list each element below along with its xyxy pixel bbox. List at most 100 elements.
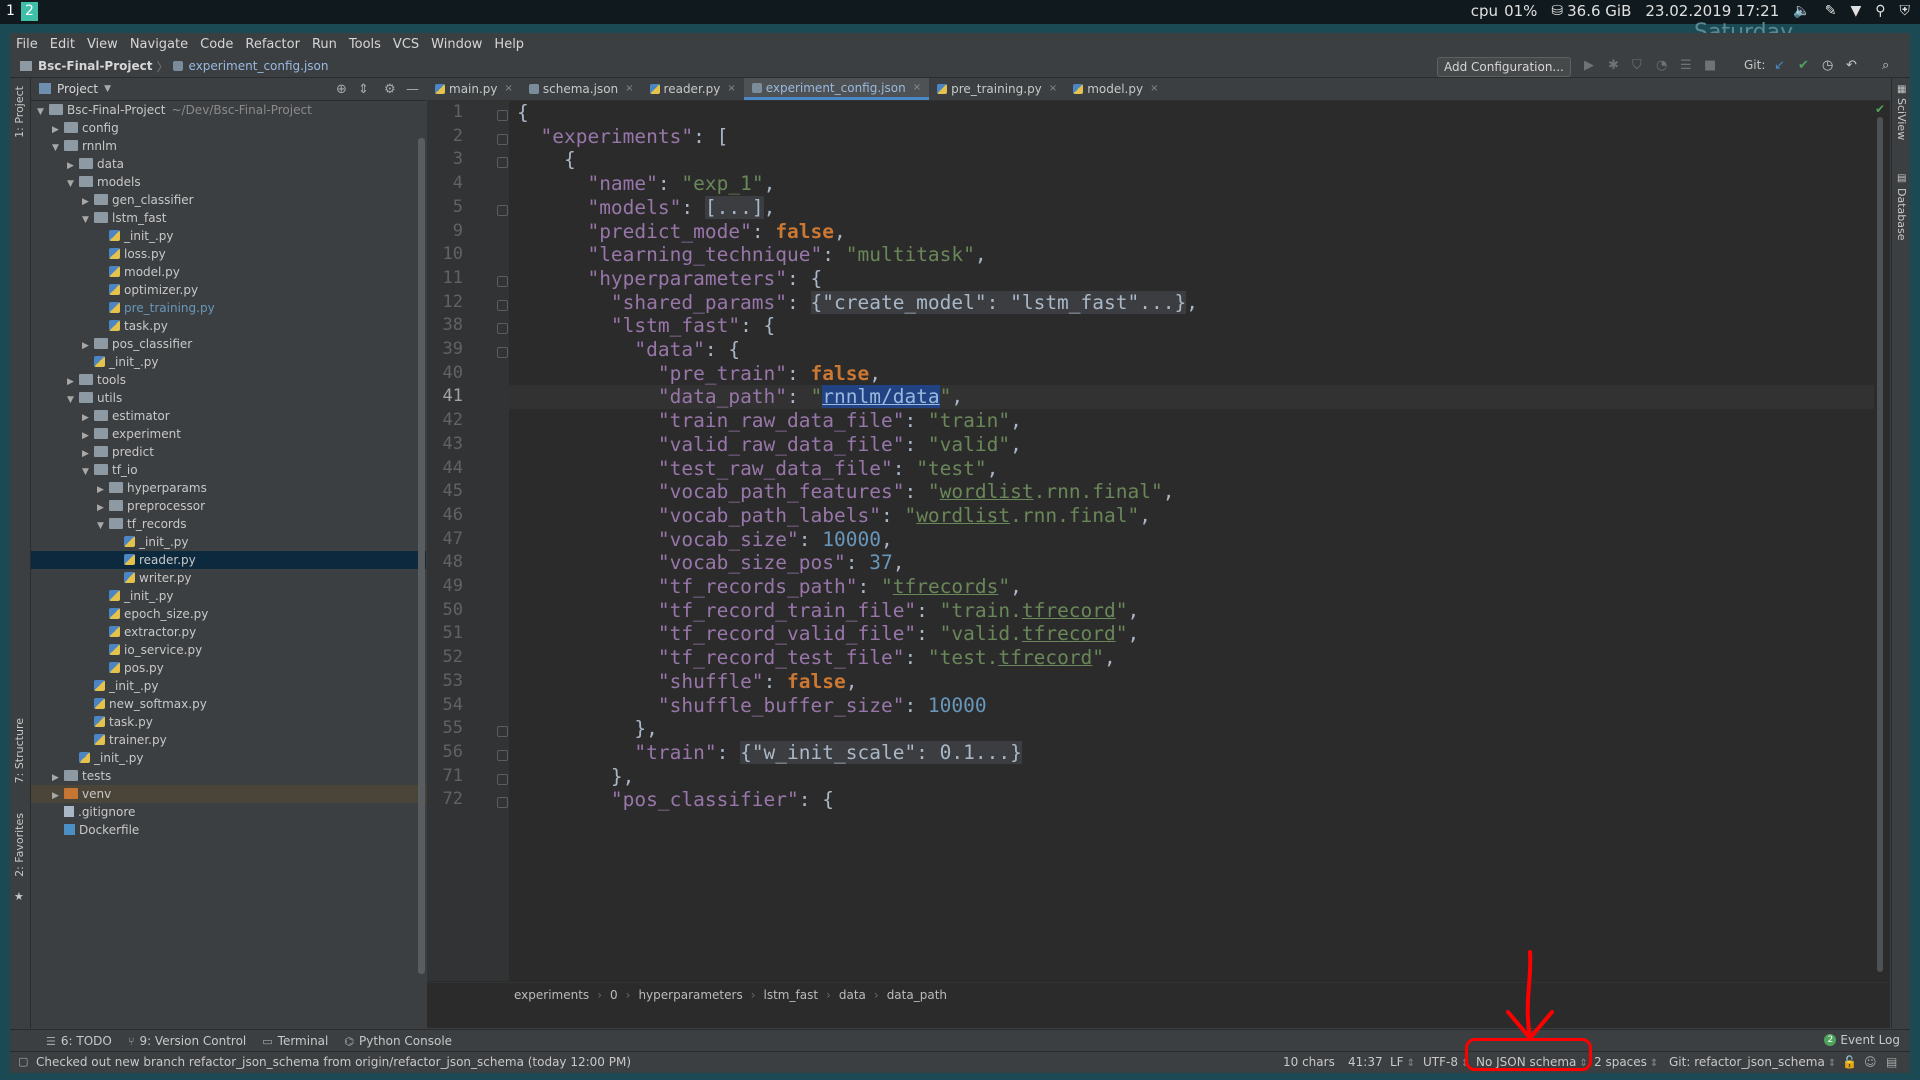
tree-file[interactable]: _init_.py bbox=[31, 533, 426, 551]
code-line[interactable]: "vocab_size": 10000, bbox=[509, 528, 1874, 552]
code-line[interactable]: "shuffle": false, bbox=[509, 670, 1874, 694]
tree-folder[interactable]: ▶ gen_classifier bbox=[31, 191, 426, 209]
project-tree-scrollbar[interactable] bbox=[418, 138, 425, 974]
profile-icon[interactable]: ◔ bbox=[1656, 58, 1667, 73]
nav-crumb-project[interactable]: Bsc-Final-Project bbox=[38, 59, 153, 73]
git-revert-icon[interactable]: ↶ bbox=[1846, 58, 1857, 73]
menu-view[interactable]: View bbox=[81, 37, 124, 52]
tree-file[interactable]: optimizer.py bbox=[31, 281, 426, 299]
tree-file[interactable]: new_softmax.py bbox=[31, 695, 426, 713]
fold-marker-icon[interactable] bbox=[497, 749, 508, 761]
coverage-icon[interactable]: ⛉ bbox=[1632, 58, 1642, 73]
code-line[interactable]: }, bbox=[509, 717, 1874, 741]
menu-navigate[interactable]: Navigate bbox=[124, 37, 194, 52]
concurrency-icon[interactable]: ☰ bbox=[1680, 58, 1692, 73]
code-line[interactable]: "predict_mode": false, bbox=[509, 220, 1874, 244]
shield-icon[interactable]: ⛨ bbox=[1900, 3, 1911, 19]
structure-tool-tab[interactable]: 7: Structure bbox=[13, 718, 26, 783]
tree-folder[interactable]: ▼ rnnlm bbox=[31, 137, 426, 155]
add-configuration-button[interactable]: Add Configuration... bbox=[1437, 57, 1571, 77]
git-commit-icon[interactable]: ✔ bbox=[1798, 58, 1809, 73]
datetime[interactable]: 23.02.2019 17:21 bbox=[1645, 2, 1779, 20]
code-line[interactable]: "test_raw_data_file": "test", bbox=[509, 457, 1874, 481]
tool-window-button[interactable]: ☰ 6: TODO bbox=[46, 1034, 112, 1048]
tree-file[interactable]: reader.py bbox=[31, 551, 426, 569]
sciview-tool-tab[interactable]: SciView bbox=[1895, 98, 1908, 140]
code-line[interactable]: "train_raw_data_file": "train", bbox=[509, 409, 1874, 433]
status-git-branch[interactable]: Git: refactor_json_schema ⇕ bbox=[1669, 1055, 1836, 1069]
code-line[interactable]: "tf_record_test_file": "test.tfrecord", bbox=[509, 646, 1874, 670]
favorites-star-icon[interactable]: ★ bbox=[14, 890, 24, 903]
code-line[interactable]: "valid_raw_data_file": "valid", bbox=[509, 433, 1874, 457]
notifications-icon[interactable]: ▤ bbox=[1886, 1055, 1897, 1069]
status-caret-position[interactable]: 41:37 bbox=[1348, 1055, 1383, 1069]
project-tool-tab[interactable]: 1: Project bbox=[13, 86, 26, 138]
tree-file[interactable]: .gitignore bbox=[31, 803, 426, 821]
close-icon[interactable]: × bbox=[727, 78, 735, 100]
close-icon[interactable]: × bbox=[913, 77, 921, 99]
tree-file[interactable]: model.py bbox=[31, 263, 426, 281]
fold-marker-icon[interactable] bbox=[497, 797, 508, 809]
tool-window-button[interactable]: ⌬ Python Console bbox=[344, 1034, 452, 1048]
tree-folder[interactable]: ▼ tf_records bbox=[31, 515, 426, 533]
editor-tab[interactable]: model.py × bbox=[1065, 78, 1166, 100]
tree-file[interactable]: extractor.py bbox=[31, 623, 426, 641]
tree-file[interactable]: pre_training.py bbox=[31, 299, 426, 317]
tree-file[interactable]: epoch_size.py bbox=[31, 605, 426, 623]
tree-file[interactable]: _init_.py bbox=[31, 353, 426, 371]
tree-file[interactable]: _init_.py bbox=[31, 749, 426, 767]
code-line[interactable]: "tf_record_train_file": "train.tfrecord"… bbox=[509, 599, 1874, 623]
menu-run[interactable]: Run bbox=[306, 37, 343, 52]
tree-file[interactable]: task.py bbox=[31, 713, 426, 731]
git-update-icon[interactable]: ↙ bbox=[1774, 58, 1785, 73]
tree-file[interactable]: loss.py bbox=[31, 245, 426, 263]
fold-marker-icon[interactable] bbox=[497, 133, 508, 145]
collapse-all-icon[interactable]: ⇕ bbox=[358, 82, 369, 97]
code-line[interactable]: { bbox=[509, 101, 1874, 125]
stop-icon[interactable]: ■ bbox=[1704, 58, 1716, 73]
code-line[interactable]: "lstm_fast": { bbox=[509, 314, 1874, 338]
code-line[interactable]: "data": { bbox=[509, 338, 1874, 362]
tree-file[interactable]: io_service.py bbox=[31, 641, 426, 659]
code-line[interactable]: "shuffle_buffer_size": 10000 bbox=[509, 694, 1874, 718]
lock-icon[interactable]: 🔓 bbox=[1842, 1055, 1857, 1069]
editor-tab[interactable]: schema.json × bbox=[521, 78, 642, 100]
fold-marker-icon[interactable] bbox=[497, 299, 508, 311]
breadcrumb-item[interactable]: data_path bbox=[883, 988, 951, 1002]
tree-folder[interactable]: ▶ predict bbox=[31, 443, 426, 461]
tool-window-button[interactable]: ▭ Terminal bbox=[262, 1034, 328, 1048]
menu-edit[interactable]: Edit bbox=[44, 37, 81, 52]
tree-folder[interactable]: ▶ config bbox=[31, 119, 426, 137]
tree-file[interactable]: task.py bbox=[31, 317, 426, 335]
database-tool-tab[interactable]: Database bbox=[1895, 188, 1908, 241]
search-everywhere-icon[interactable]: ⌕ bbox=[1882, 58, 1889, 73]
editor-tab[interactable]: main.py × bbox=[427, 78, 521, 100]
tree-folder[interactable]: ▶ data bbox=[31, 155, 426, 173]
status-message[interactable]: Checked out new branch refactor_json_sch… bbox=[36, 1055, 631, 1069]
close-icon[interactable]: × bbox=[1150, 78, 1158, 100]
inspector-icon[interactable]: ☺ bbox=[1864, 1055, 1877, 1069]
code-line[interactable]: }, bbox=[509, 765, 1874, 789]
editor-scrollbar[interactable] bbox=[1876, 102, 1884, 972]
code-line[interactable]: "data_path": "rnnlm/data", bbox=[509, 385, 1874, 410]
breadcrumb-item[interactable]: 0 bbox=[606, 988, 622, 1002]
tree-file[interactable]: writer.py bbox=[31, 569, 426, 587]
tree-file[interactable]: _init_.py bbox=[31, 227, 426, 245]
menu-vcs[interactable]: VCS bbox=[387, 37, 425, 52]
workspace-2-button[interactable]: 2 bbox=[21, 2, 38, 21]
code-line[interactable]: "hyperparameters": { bbox=[509, 267, 1874, 291]
project-view-selector[interactable]: Project bbox=[57, 82, 98, 96]
menu-refactor[interactable]: Refactor bbox=[239, 37, 306, 52]
nav-crumb-file[interactable]: experiment_config.json bbox=[189, 59, 329, 73]
fold-marker-icon[interactable] bbox=[497, 157, 508, 169]
menu-window[interactable]: Window bbox=[425, 37, 488, 52]
menu-help[interactable]: Help bbox=[488, 37, 530, 52]
code-line[interactable]: "vocab_size_pos": 37, bbox=[509, 551, 1874, 575]
code-line[interactable]: "tf_records_path": "tfrecords", bbox=[509, 575, 1874, 599]
volume-icon[interactable]: 🔈 bbox=[1793, 3, 1810, 19]
tree-folder[interactable]: ▶ tests bbox=[31, 767, 426, 785]
editor-scrollbar-thumb[interactable] bbox=[1877, 117, 1883, 972]
tree-folder[interactable]: ▼ lstm_fast bbox=[31, 209, 426, 227]
breadcrumb-item[interactable]: lstm_fast bbox=[760, 988, 823, 1002]
code-line[interactable]: "name": "exp_1", bbox=[509, 172, 1874, 196]
